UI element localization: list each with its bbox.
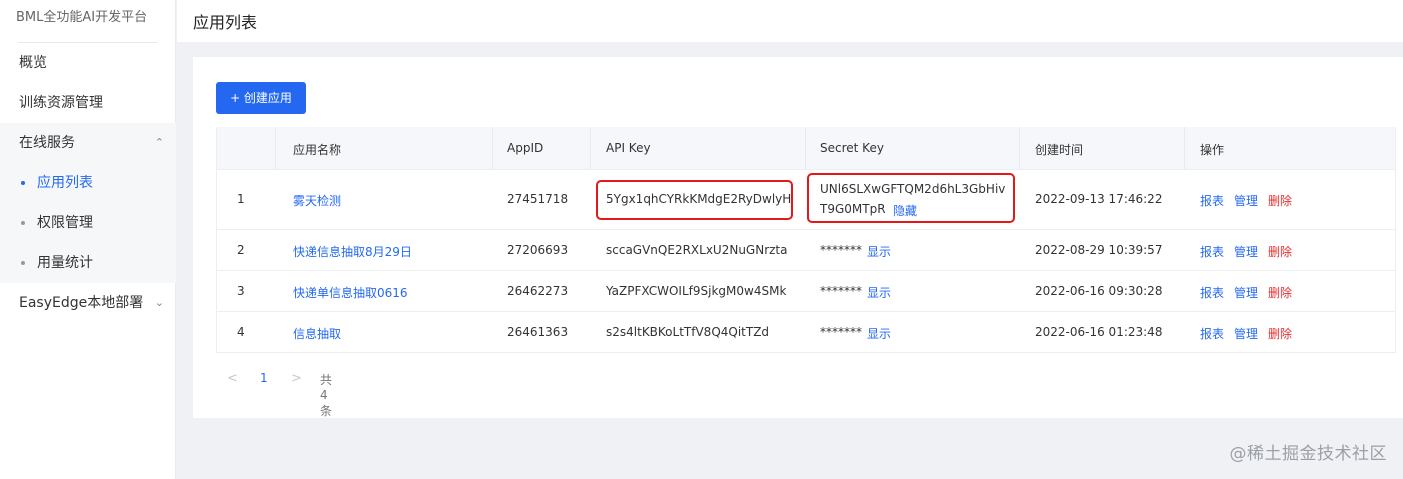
sidebar-item-label: 训练资源管理	[19, 95, 103, 111]
row-index: 4	[237, 325, 245, 339]
delete-link[interactable]: 删除	[1268, 325, 1292, 342]
api-key: YaZPFXCWOILf9SjkgM0w4SMk	[606, 284, 787, 298]
app-name-link[interactable]: 快递信息抽取8月29日	[293, 243, 412, 260]
sidebar-item-label: 用量统计	[37, 255, 93, 271]
row-index: 3	[237, 284, 245, 298]
bullet-dot-icon	[21, 221, 25, 225]
api-key: 5Ygx1qhCYRkKMdgE2RyDwlyH	[606, 192, 792, 206]
column-separator	[1019, 127, 1020, 169]
table-row: 2 快递信息抽取8月29日 27206693 sccaGVnQE2RXLxU2N…	[217, 229, 1395, 270]
column-header-secret-key: Secret Key	[820, 141, 884, 155]
show-secret-link[interactable]: 显示	[867, 284, 891, 301]
manage-link[interactable]: 管理	[1234, 284, 1258, 301]
table-row: 1 雾天检测 27451718 5Ygx1qhCYRkKMdgE2RyDwlyH…	[217, 169, 1395, 229]
sidebar-item-label: 在线服务	[19, 135, 75, 151]
total-count: 共 4 条	[320, 373, 333, 418]
created-time: 2022-08-29 10:39:57	[1035, 243, 1163, 257]
report-link[interactable]: 报表	[1200, 284, 1224, 301]
secret-key-line2: T9G0MTpR	[820, 202, 886, 216]
column-separator	[1184, 127, 1185, 169]
sidebar-item-overview[interactable]: 概览	[0, 43, 176, 83]
secret-key-masked: *******	[820, 243, 862, 257]
sidebar-item-label: EasyEdge本地部署	[19, 295, 144, 311]
app-table: 应用名称 AppID API Key Secret Key 创建时间 操作 1 …	[216, 127, 1396, 353]
app-id: 26462273	[507, 284, 569, 298]
sidebar-item-permissions[interactable]: 权限管理	[0, 203, 176, 243]
delete-link[interactable]: 删除	[1268, 284, 1292, 301]
row-index: 2	[237, 243, 245, 257]
app-name-link[interactable]: 信息抽取	[293, 325, 341, 342]
table-row: 3 快递单信息抽取0616 26462273 YaZPFXCWOILf9Sjkg…	[217, 270, 1395, 311]
page-title: 应用列表	[193, 13, 258, 32]
show-secret-link[interactable]: 显示	[867, 243, 891, 260]
brand-title: BML全功能AI开发平台	[16, 10, 148, 25]
bullet-dot-icon	[21, 181, 25, 185]
sidebar-item-label: 权限管理	[37, 215, 93, 231]
sidebar-item-label: 概览	[19, 55, 47, 71]
column-header-name: 应用名称	[293, 143, 342, 157]
api-key: sccaGVnQE2RXLxU2NuGNrzta	[606, 243, 788, 257]
row-index: 1	[237, 192, 245, 206]
sidebar-item-app-list[interactable]: 应用列表	[0, 163, 176, 203]
manage-link[interactable]: 管理	[1234, 192, 1258, 209]
prev-page-button[interactable]: <	[227, 371, 238, 386]
create-app-button[interactable]: + 创建应用	[216, 82, 306, 114]
sidebar-item-easyedge[interactable]: EasyEdge本地部署 ⌄	[0, 283, 176, 323]
manage-link[interactable]: 管理	[1234, 243, 1258, 260]
manage-link[interactable]: 管理	[1234, 325, 1258, 342]
chevron-down-icon: ⌄	[154, 296, 164, 309]
created-time: 2022-06-16 01:23:48	[1035, 325, 1163, 339]
watermark: @稀土掘金技术社区	[1229, 444, 1387, 464]
report-link[interactable]: 报表	[1200, 192, 1224, 209]
page-header: 应用列表	[177, 0, 1403, 42]
app-id: 27206693	[507, 243, 569, 257]
api-key: s2s4ltKBKoLtTfV8Q4QitTZd	[606, 325, 770, 339]
created-time: 2022-09-13 17:46:22	[1035, 192, 1163, 206]
column-separator	[492, 127, 493, 169]
column-header-api-key: API Key	[606, 141, 651, 155]
sidebar: BML全功能AI开发平台 概览 训练资源管理 在线服务 ⌃ 应用列表 权限管理 …	[0, 0, 176, 479]
column-separator	[805, 127, 806, 169]
delete-link[interactable]: 删除	[1268, 243, 1292, 260]
main-card: + 创建应用 应用名称 AppID API Key Secret Key 创建时…	[193, 57, 1403, 418]
report-link[interactable]: 报表	[1200, 243, 1224, 260]
column-separator	[275, 127, 276, 169]
sidebar-item-online-service[interactable]: 在线服务 ⌃	[0, 123, 176, 163]
bullet-dot-icon	[21, 261, 25, 265]
sidebar-item-training-resources[interactable]: 训练资源管理	[0, 83, 176, 123]
secret-key-masked: *******	[820, 325, 862, 339]
app-id: 27451718	[507, 192, 569, 206]
table-header: 应用名称 AppID API Key Secret Key 创建时间 操作	[217, 127, 1395, 169]
page-number-1[interactable]: 1	[260, 371, 268, 385]
chevron-up-icon: ⌃	[154, 136, 164, 149]
report-link[interactable]: 报表	[1200, 325, 1224, 342]
delete-link[interactable]: 删除	[1268, 192, 1292, 209]
next-page-button[interactable]: >	[291, 371, 302, 386]
secret-key-line1: UNl6SLXwGFTQM2d6hL3GbHiv	[820, 182, 1006, 196]
secret-key-masked: *******	[820, 284, 862, 298]
column-separator	[590, 127, 591, 169]
table-row: 4 信息抽取 26461363 s2s4ltKBKoLtTfV8Q4QitTZd…	[217, 311, 1395, 352]
column-header-actions: 操作	[1200, 143, 1225, 157]
app-name-link[interactable]: 快递单信息抽取0616	[293, 284, 408, 301]
show-secret-link[interactable]: 显示	[867, 325, 891, 342]
sidebar-item-label: 应用列表	[37, 175, 93, 191]
sidebar-item-usage-stats[interactable]: 用量统计	[0, 243, 176, 283]
app-id: 26461363	[507, 325, 569, 339]
column-header-created: 创建时间	[1035, 143, 1084, 157]
column-header-appid: AppID	[507, 141, 544, 155]
app-name-link[interactable]: 雾天检测	[293, 192, 341, 209]
created-time: 2022-06-16 09:30:28	[1035, 284, 1163, 298]
hide-secret-link[interactable]: 隐藏	[893, 202, 917, 219]
